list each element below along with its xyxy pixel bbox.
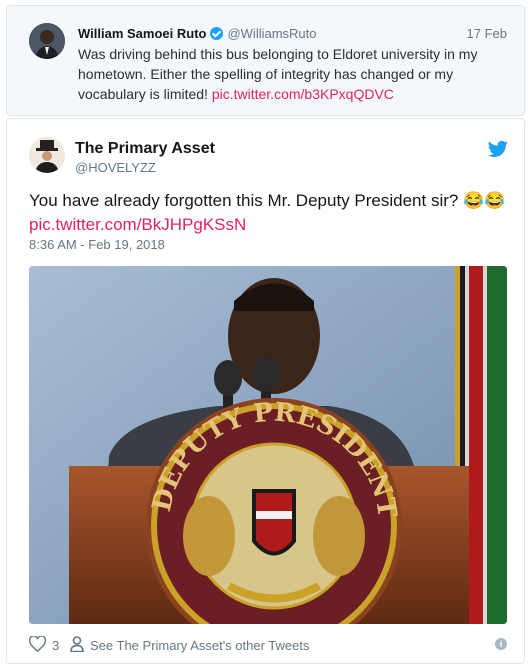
embedded-tweet-card: The Primary Asset @HOVELYZZ You have alr… bbox=[6, 118, 525, 664]
twitter-bird-icon[interactable] bbox=[488, 140, 508, 158]
tweet-text: You have already forgotten this Mr. Depu… bbox=[29, 191, 506, 210]
tweet-photo[interactable]: DEPUTY PRESIDENT bbox=[29, 266, 507, 624]
heart-icon[interactable] bbox=[29, 636, 46, 652]
verified-badge-icon bbox=[210, 27, 224, 40]
person-icon[interactable] bbox=[70, 636, 84, 652]
author-handle[interactable]: @HOVELYZZ bbox=[75, 160, 156, 175]
quoted-author-handle[interactable]: @WilliamsRuto bbox=[227, 26, 316, 41]
quoted-author-avatar[interactable] bbox=[29, 23, 65, 59]
like-count[interactable]: 3 bbox=[52, 638, 59, 653]
author-name[interactable]: The Primary Asset bbox=[75, 140, 215, 158]
info-icon[interactable]: i bbox=[495, 638, 507, 650]
quoted-tweet-link[interactable]: pic.twitter.com/b3KPxqQDVC bbox=[212, 86, 394, 102]
tweet-link[interactable]: pic.twitter.com/BkJHPgKSsN bbox=[29, 213, 509, 237]
other-tweets-link[interactable]: See The Primary Asset's other Tweets bbox=[90, 638, 310, 653]
quoted-author-name[interactable]: William Samoei Ruto bbox=[78, 26, 206, 41]
tweet-timestamp[interactable]: 8:36 AM - Feb 19, 2018 bbox=[29, 237, 165, 252]
tweet-body: You have already forgotten this Mr. Depu… bbox=[29, 189, 509, 237]
quoted-author-row: William Samoei Ruto @WilliamsRuto bbox=[78, 26, 317, 41]
quoted-tweet-date[interactable]: 17 Feb bbox=[467, 26, 507, 41]
tweet-footer: 3 See The Primary Asset's other Tweets i bbox=[29, 635, 507, 655]
author-avatar[interactable] bbox=[29, 137, 65, 173]
quoted-tweet[interactable]: William Samoei Ruto @WilliamsRuto 17 Feb … bbox=[6, 5, 525, 116]
quoted-tweet-body: Was driving behind this bus belonging to… bbox=[78, 44, 498, 104]
